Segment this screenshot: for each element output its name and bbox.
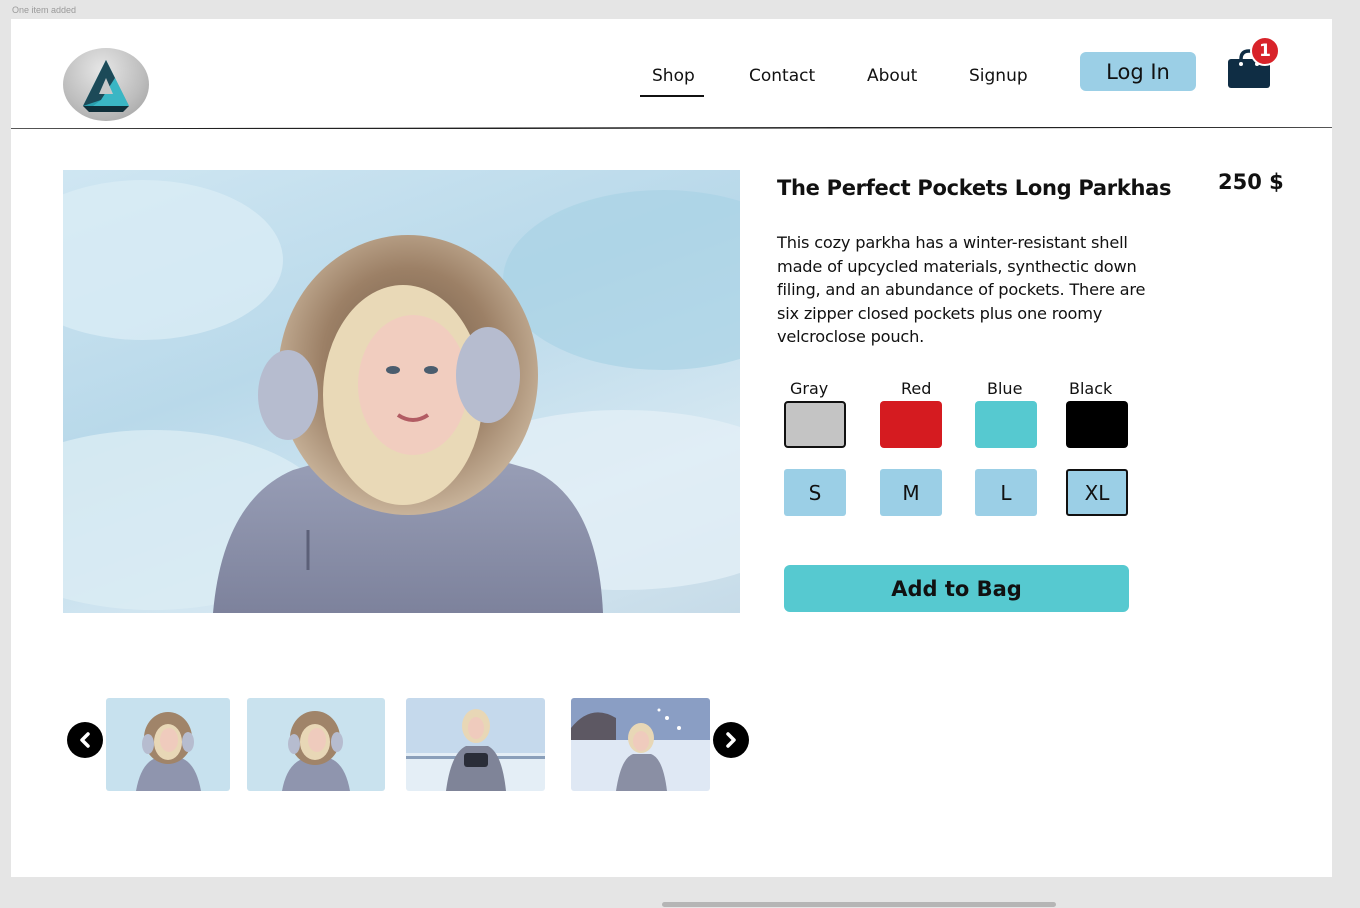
chevron-right-icon [726, 732, 736, 748]
frame-label: One item added [12, 5, 77, 15]
size-xl-button[interactable]: XL [1066, 469, 1128, 516]
product-main-image [63, 170, 740, 613]
product-description: This cozy parkha has a winter-resistant … [777, 233, 1146, 347]
gallery-thumbnail-1[interactable] [106, 698, 230, 791]
nav-signup[interactable]: Signup [969, 66, 1028, 86]
gallery-prev-button[interactable] [67, 722, 103, 758]
add-to-bag-button[interactable]: Add to Bag [784, 565, 1129, 612]
gallery-thumbnail-2[interactable] [247, 698, 385, 791]
color-swatch-blue[interactable] [975, 401, 1037, 448]
product-page: Shop Contact About Signup Log In 1 The P… [11, 19, 1332, 877]
gallery-next-button[interactable] [713, 722, 749, 758]
color-label-gray: Gray [790, 379, 829, 398]
size-s-button[interactable]: S [784, 469, 846, 516]
header-divider [11, 127, 1332, 129]
color-swatch-black[interactable] [1066, 401, 1128, 448]
nav-shop[interactable]: Shop [652, 66, 695, 86]
chevron-left-icon [80, 732, 90, 748]
color-swatch-gray[interactable] [784, 401, 846, 448]
product-title: The Perfect Pockets Long Parkhas [777, 176, 1172, 200]
color-label-blue: Blue [987, 379, 1023, 398]
gallery-thumbnail-3[interactable] [406, 698, 545, 791]
gallery-thumbnail-4[interactable] [571, 698, 710, 791]
color-label-red: Red [901, 379, 932, 398]
color-swatch-red[interactable] [880, 401, 942, 448]
cart-count-badge: 1 [1250, 36, 1280, 66]
brand-logo[interactable] [63, 48, 149, 121]
nav-active-underline [640, 95, 704, 97]
nav-about[interactable]: About [867, 66, 917, 86]
triangle-logo-icon [83, 60, 129, 112]
color-label-black: Black [1069, 379, 1113, 398]
product-price: 250 $ [1218, 170, 1284, 194]
login-button[interactable]: Log In [1080, 52, 1196, 91]
nav-contact[interactable]: Contact [749, 66, 815, 86]
size-m-button[interactable]: M [880, 469, 942, 516]
horizontal-scrollbar[interactable] [662, 902, 1056, 907]
size-l-button[interactable]: L [975, 469, 1037, 516]
